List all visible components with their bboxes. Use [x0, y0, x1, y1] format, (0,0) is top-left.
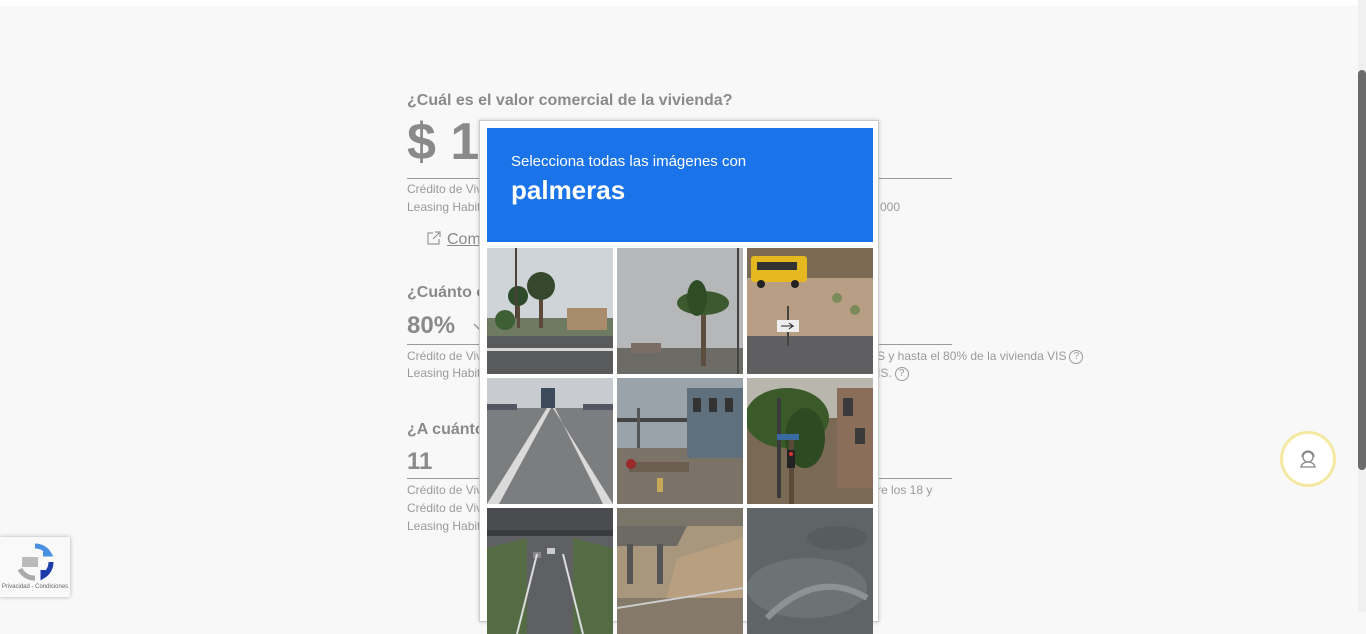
help-icon[interactable]: ?	[1069, 349, 1084, 364]
compare-link-label: Com	[447, 231, 481, 248]
property-value-note-credit: Crédito de Viv	[407, 182, 483, 196]
captcha-tile-1[interactable]	[487, 248, 613, 374]
captcha-tile-5[interactable]	[617, 378, 743, 504]
recaptcha-privacy-terms[interactable]: Privacidad - Condiciones	[0, 584, 70, 590]
captcha-tile-9[interactable]	[747, 508, 873, 634]
financing-note-credit-tail: S y hasta el 80% de la vivienda VIS	[877, 349, 1067, 363]
captcha-target: palmeras	[511, 175, 626, 205]
term-note-credit-2: Crédito de Viv	[407, 501, 483, 515]
term-years-input[interactable]: 11	[407, 448, 432, 476]
captcha-tile-7[interactable]	[487, 508, 613, 634]
term-note-leasing: Leasing Habit	[407, 519, 481, 533]
captcha-challenge: Selecciona todas las imágenes con palmer…	[479, 120, 879, 634]
top-bar	[0, 0, 1358, 6]
recaptcha-logo-icon	[17, 543, 54, 581]
question-financing-percent: ¿Cuánto c	[407, 284, 486, 301]
scrollbar-thumb[interactable]	[1358, 70, 1366, 470]
question-term-years: ¿A cuánto	[407, 421, 485, 438]
financing-percent-select[interactable]: 80%	[407, 312, 455, 340]
property-value-note-leasing-tail: 000	[880, 200, 901, 214]
financing-note-credit-tail-wrap: S y hasta el 80% de la vivienda VIS?	[877, 349, 1084, 364]
captcha-tile-2[interactable]	[617, 248, 743, 374]
recaptcha-badge[interactable]: Privacidad - Condiciones	[0, 537, 70, 597]
compare-link[interactable]: Com	[427, 231, 481, 249]
term-note-credit: Crédito de Viv	[407, 483, 483, 497]
support-chat-button[interactable]	[1280, 431, 1336, 487]
financing-note-leasing-tail-wrap: IS.?	[877, 366, 909, 381]
term-note-credit-tail: re los 18 y	[877, 483, 933, 497]
financing-note-leasing: Leasing Habit	[407, 366, 481, 380]
captcha-tile-4[interactable]	[487, 378, 613, 504]
help-icon[interactable]: ?	[894, 366, 909, 381]
external-link-icon	[427, 231, 441, 245]
financing-note-credit: Crédito de Viv	[407, 349, 483, 363]
property-value-note-leasing: Leasing Habit	[407, 200, 481, 214]
support-agent-icon	[1300, 450, 1316, 468]
captcha-instruction: Selecciona todas las imágenes con	[511, 153, 747, 170]
financing-note-leasing-tail: IS.	[877, 366, 892, 380]
captcha-tile-3[interactable]	[747, 248, 873, 374]
captcha-tile-6[interactable]	[747, 378, 873, 504]
property-value-input[interactable]: $ 1	[407, 112, 479, 172]
question-property-value: ¿Cuál es el valor comercial de la vivien…	[407, 92, 733, 109]
captcha-tile-8[interactable]	[617, 508, 743, 634]
captcha-header: Selecciona todas las imágenes con palmer…	[487, 128, 873, 242]
